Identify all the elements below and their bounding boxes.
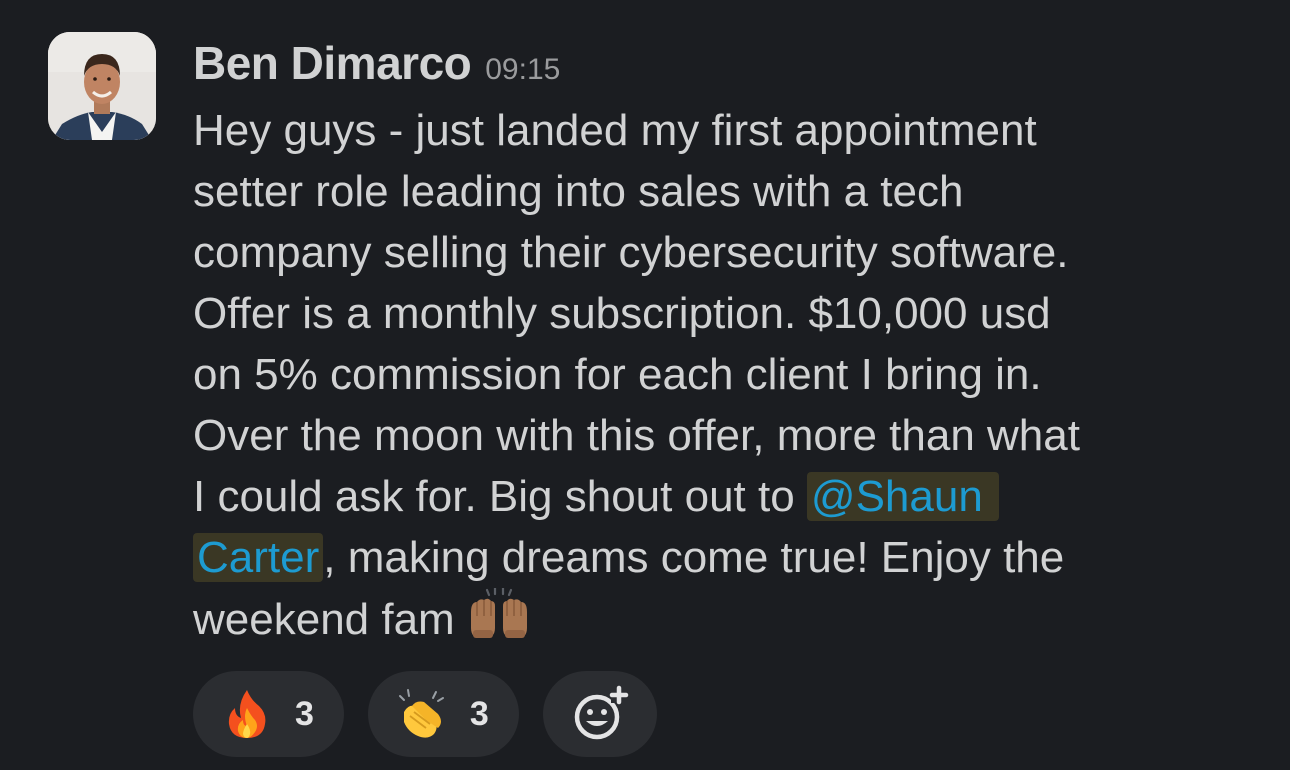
message: Ben Dimarco 09:15 Hey guys - just landed… (0, 0, 1290, 770)
add-reaction-icon (574, 685, 629, 740)
user-mention[interactable]: @Shaun (806, 472, 1000, 521)
reaction-count: 3 (469, 694, 489, 733)
avatar[interactable] (48, 32, 156, 140)
user-mention-continued[interactable]: Carter (193, 533, 324, 582)
clapping-hands-icon (398, 689, 444, 738)
fire-icon (228, 690, 266, 738)
avatar-photo (48, 32, 156, 140)
reactions-bar: 3 3 (193, 671, 657, 757)
message-body: Hey guys - just landed my first appointm… (193, 100, 1253, 650)
reaction-count: 3 (295, 694, 314, 733)
message-text-part: Hey guys - just landed my first appointm… (193, 106, 1080, 521)
mention-second-line: Carter (197, 533, 320, 582)
raising-hands-icon (470, 588, 527, 638)
reaction-fire[interactable]: 3 (193, 671, 344, 757)
reaction-clap[interactable]: 3 (367, 671, 519, 757)
message-header: Ben Dimarco 09:15 (193, 36, 560, 90)
message-text-part: , making dreams come true! Enjoy the wee… (193, 533, 1065, 644)
message-timestamp[interactable]: 09:15 (485, 53, 560, 87)
author-name[interactable]: Ben Dimarco (193, 36, 472, 90)
add-reaction-button[interactable] (542, 671, 657, 757)
mention-first-line: @Shaun (810, 472, 983, 521)
